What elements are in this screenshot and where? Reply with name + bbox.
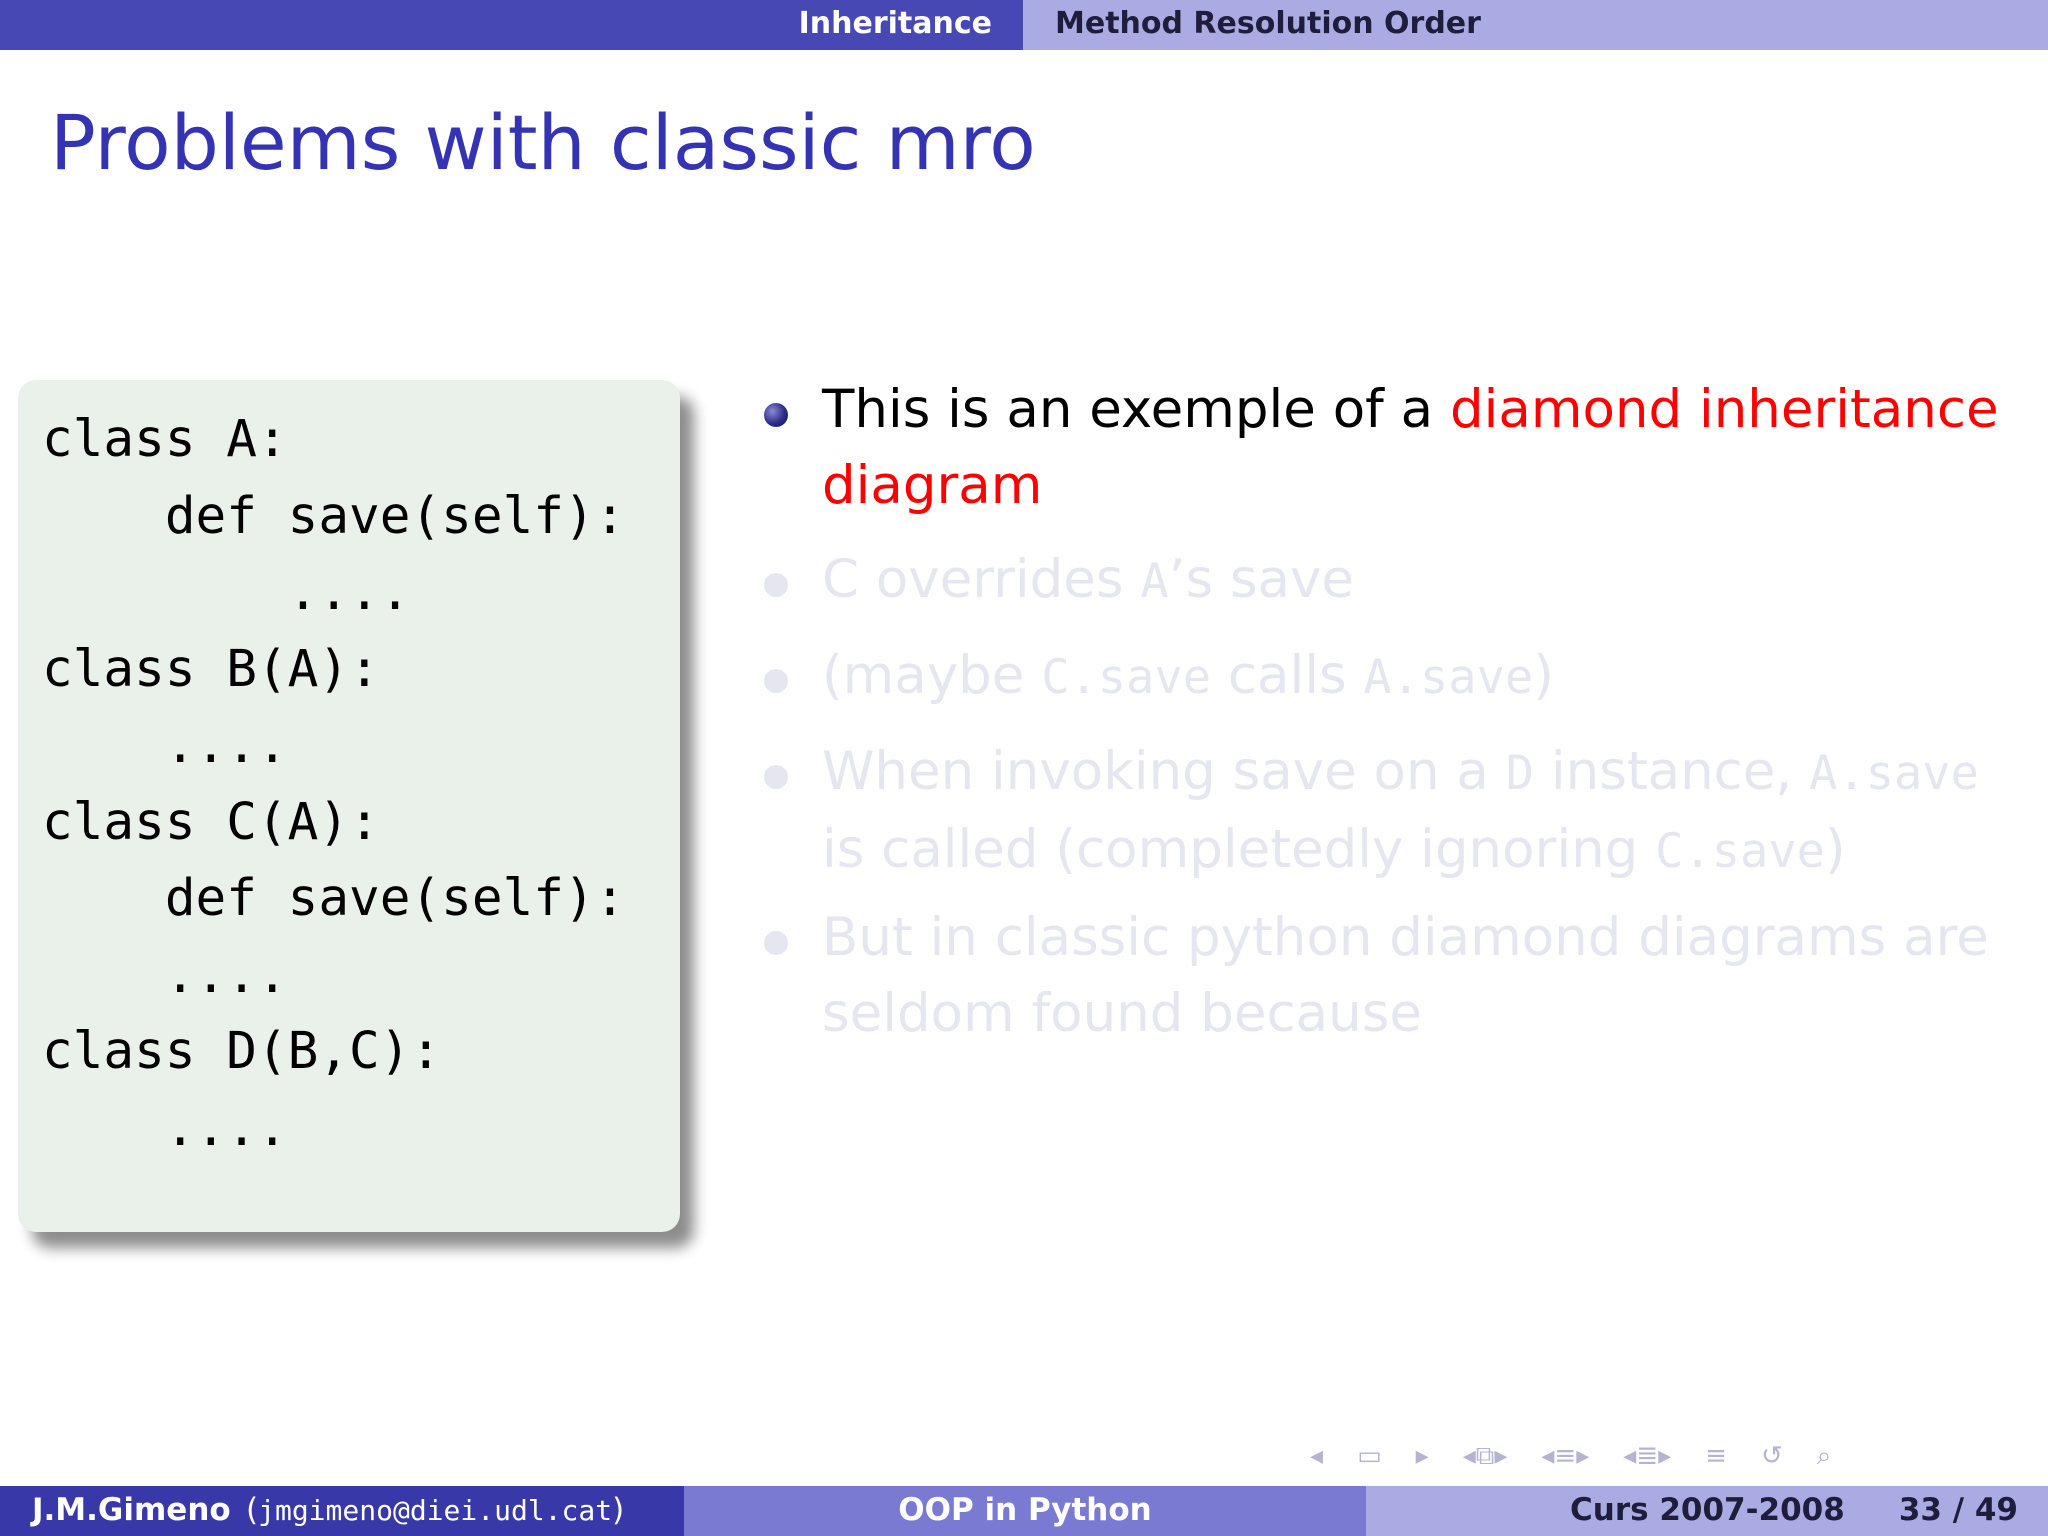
- header-subsection-label: Method Resolution Order: [1055, 6, 1481, 41]
- nav-right-arrow-icon[interactable]: ▸: [1416, 1441, 1429, 1471]
- undo-icon[interactable]: ↺: [1761, 1441, 1783, 1471]
- subsection-icon[interactable]: ◂≣▸: [1623, 1441, 1671, 1471]
- bullet-item: When invoking save on a D instance, A.sa…: [760, 734, 2020, 890]
- header-section-label: Inheritance: [798, 6, 992, 41]
- footer-author-name: J.M.Gimeno: [32, 1492, 231, 1528]
- bullet-icon: [764, 573, 788, 597]
- nav-left-arrow-icon[interactable]: ◂: [1310, 1441, 1323, 1471]
- footer-page-number: 33 / 49: [1898, 1492, 2018, 1528]
- code-block: class A: def save(self): .... class B(A)…: [18, 380, 680, 1232]
- bullet-icon: [764, 931, 788, 955]
- frame-icon[interactable]: ◂⧉▸: [1463, 1441, 1508, 1472]
- slide-title: Problems with classic mro: [50, 98, 1036, 187]
- code-listing: class A: def save(self): .... class B(A)…: [42, 410, 626, 1158]
- bullet-item: C overrides A’s save: [760, 542, 2020, 620]
- section-icon[interactable]: ◂≡▸: [1541, 1441, 1589, 1471]
- header-bar: Inheritance Method Resolution Order: [0, 0, 2048, 50]
- bullet-item: But in classic python diamond diagrams a…: [760, 900, 2020, 1052]
- search-icon[interactable]: ⌕: [1817, 1441, 1832, 1472]
- bullet-item: This is an exemple of a diamond inherita…: [760, 372, 2020, 524]
- footer-author: J.M.Gimeno (jmgimeno@diei.udl.cat): [0, 1486, 684, 1536]
- bullet-list: This is an exemple of a diamond inherita…: [760, 372, 2020, 1052]
- footer-info: Curs 2007-2008 33 / 49: [1366, 1486, 2048, 1536]
- footer-bar: J.M.Gimeno (jmgimeno@diei.udl.cat) OOP i…: [0, 1486, 2048, 1536]
- header-subsection[interactable]: Method Resolution Order: [1023, 0, 2048, 50]
- bullet-icon: [764, 669, 788, 693]
- footer-title: OOP in Python: [684, 1486, 1366, 1536]
- slide-icon[interactable]: ▭: [1357, 1441, 1382, 1471]
- footer-course: Curs 2007-2008: [1570, 1492, 1845, 1528]
- bullet-icon: [764, 765, 788, 789]
- beamer-nav-controls: ◂ ▭ ▸ ◂⧉▸ ◂≡▸ ◂≣▸ ≡ ↺ ⌕: [1310, 1436, 1831, 1476]
- header-section[interactable]: Inheritance: [0, 0, 1023, 50]
- toc-icon[interactable]: ≡: [1705, 1441, 1727, 1471]
- footer-email: (jmgimeno@diei.udl.cat): [246, 1492, 625, 1528]
- bullet-icon: [764, 403, 788, 427]
- bullet-item: (maybe C.save calls A.save): [760, 638, 2020, 716]
